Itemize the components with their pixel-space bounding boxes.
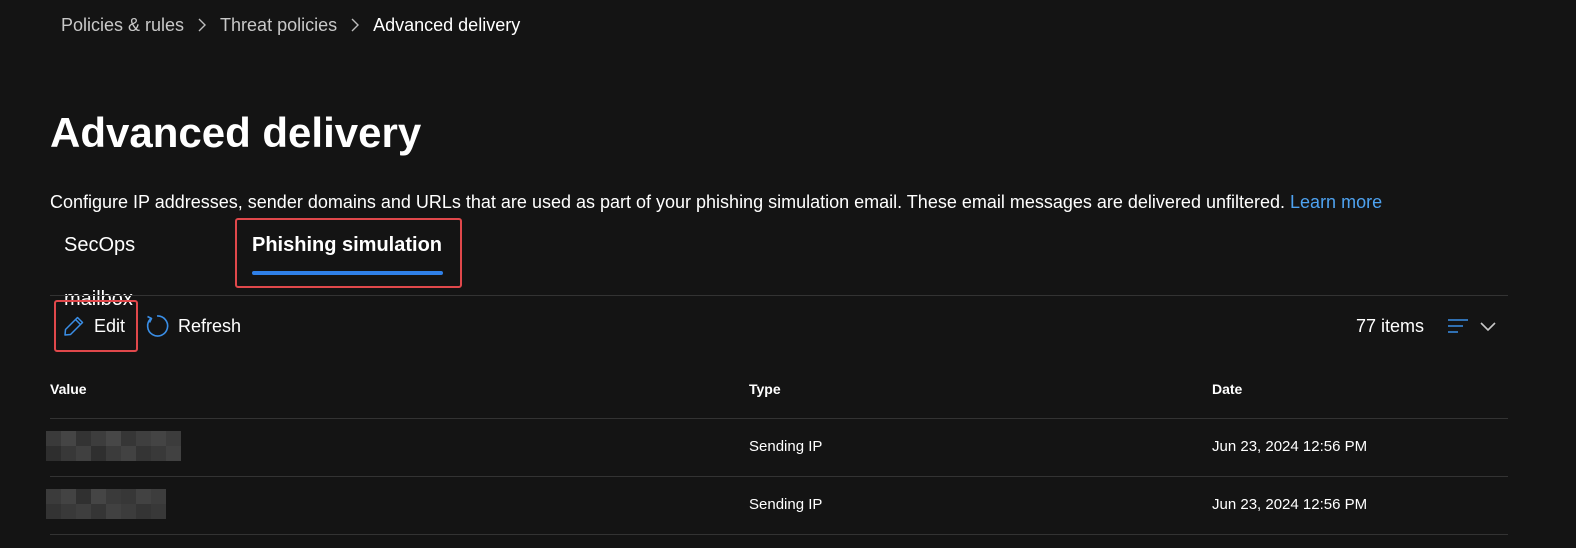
sort-dropdown[interactable]	[1446, 314, 1498, 338]
table-header: Value Type Date	[50, 366, 1508, 419]
table-row[interactable]: Sending IP Jun 23, 2024 12:56 PM	[46, 477, 1508, 535]
tab-phishing-simulation[interactable]: Phishing simulation	[235, 218, 462, 288]
column-header-type[interactable]: Type	[749, 381, 781, 397]
table-row[interactable]: Sending IP Jun 23, 2024 12:56 PM	[46, 419, 1508, 477]
pencil-icon	[62, 314, 86, 338]
tab-label: Phishing simulation	[252, 234, 443, 256]
breadcrumb-item-policies-rules[interactable]: Policies & rules	[61, 13, 184, 37]
chevron-down-icon	[1478, 314, 1498, 338]
selected-tab-indicator	[252, 271, 443, 275]
description-text: Configure IP addresses, sender domains a…	[50, 192, 1286, 212]
page: Policies & rules Threat policies Advance…	[0, 0, 1576, 548]
tab-secops-mailbox[interactable]: SecOps mailbox	[64, 218, 135, 310]
page-description: Configure IP addresses, sender domains a…	[50, 190, 1382, 214]
breadcrumb: Policies & rules Threat policies Advance…	[61, 13, 520, 37]
refresh-button[interactable]: Refresh	[144, 300, 241, 352]
tab-label: SecOps mailbox	[64, 234, 136, 310]
chevron-right-icon	[345, 13, 365, 37]
refresh-label: Refresh	[178, 315, 242, 336]
date-cell: Jun 23, 2024 12:56 PM	[1212, 496, 1368, 513]
data-table: Value Type Date Sending IP Jun 23, 2024 …	[46, 366, 1508, 535]
page-title: Advanced delivery	[50, 109, 422, 156]
date-cell: Jun 23, 2024 12:56 PM	[1212, 438, 1368, 455]
refresh-icon	[144, 313, 170, 339]
type-cell: Sending IP	[749, 496, 823, 513]
type-cell: Sending IP	[749, 438, 823, 455]
breadcrumb-item-advanced-delivery: Advanced delivery	[373, 15, 521, 35]
command-bar: Edit Refresh 77 items	[54, 300, 1508, 352]
learn-more-link[interactable]: Learn more	[1290, 192, 1382, 212]
column-header-value[interactable]: Value	[50, 381, 87, 397]
chevron-right-icon	[192, 13, 212, 37]
breadcrumb-item-threat-policies[interactable]: Threat policies	[220, 13, 337, 37]
edit-button[interactable]: Edit	[54, 300, 138, 352]
edit-label: Edit	[94, 315, 126, 336]
item-count: 77 items	[1356, 315, 1425, 336]
redacted-value	[46, 431, 181, 461]
redacted-value	[46, 489, 166, 519]
column-header-date[interactable]: Date	[1212, 381, 1242, 397]
list-sort-icon	[1446, 314, 1470, 338]
divider	[50, 295, 1508, 296]
